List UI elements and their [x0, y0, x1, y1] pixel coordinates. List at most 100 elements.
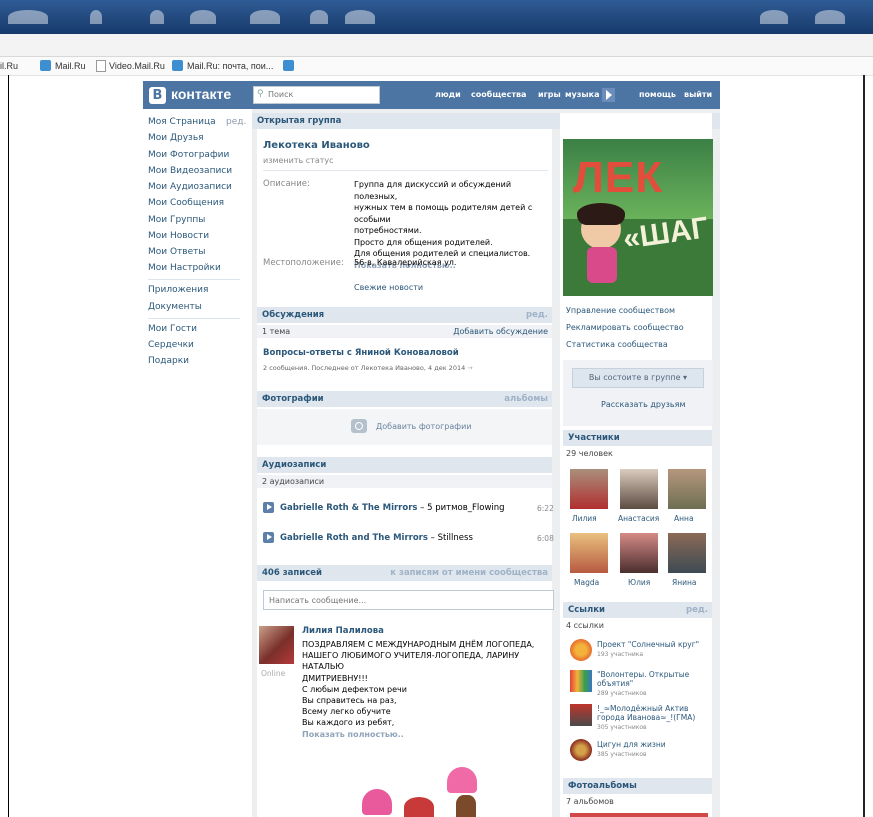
- links-edit-link[interactable]: ред.: [686, 605, 708, 615]
- member-status-button[interactable]: Вы состоите в группе ▾: [572, 368, 704, 388]
- menu-videos[interactable]: Мои Видеозаписи: [148, 166, 232, 176]
- albums-link[interactable]: альбомы: [504, 394, 548, 404]
- menu-messages[interactable]: Мои Сообщения: [148, 198, 224, 208]
- member-name[interactable]: Анастасия: [618, 514, 659, 523]
- post-show-more-link[interactable]: Показать полностью..: [302, 729, 552, 740]
- search-box[interactable]: ⚲: [253, 86, 380, 104]
- audio-subheader: 2 аудиозаписи: [257, 475, 552, 488]
- link-thumbnail[interactable]: [570, 670, 592, 692]
- member-name[interactable]: Анна: [674, 514, 694, 523]
- location-label: Местоположение:: [263, 258, 344, 268]
- group-avatar[interactable]: ЛЕК «ШАГ: [563, 139, 713, 296]
- tell-friends-link[interactable]: Рассказать друзьям: [601, 400, 686, 409]
- post-author-avatar[interactable]: [259, 626, 294, 664]
- play-icon[interactable]: [602, 88, 615, 102]
- member-avatar[interactable]: [620, 533, 658, 573]
- manage-community-link[interactable]: Управление сообществом: [566, 306, 675, 315]
- member-avatar[interactable]: [570, 469, 608, 509]
- nav-music[interactable]: музыка: [565, 90, 599, 99]
- post-author-name[interactable]: Лилия Палилова: [302, 626, 384, 636]
- change-status-link[interactable]: изменить статус: [263, 156, 334, 165]
- community-posts-link[interactable]: к записям от имени сообщества: [390, 568, 548, 578]
- album-thumbnail[interactable]: [570, 813, 708, 817]
- member-avatar[interactable]: [668, 469, 706, 509]
- advertise-community-link[interactable]: Рекламировать сообщество: [566, 323, 684, 332]
- audio-title[interactable]: Аудиозаписи: [262, 460, 326, 470]
- add-photos-link[interactable]: Добавить фотографии: [376, 422, 472, 431]
- nav-logout[interactable]: выйти: [684, 90, 712, 99]
- member-avatar[interactable]: [668, 533, 706, 573]
- discussions-title[interactable]: Обсуждения: [262, 310, 324, 320]
- bookmark-link[interactable]: Video.Mail.Ru: [109, 61, 165, 71]
- discussion-topic-link[interactable]: Вопросы-ответы с Яниной Коноваловой: [263, 348, 459, 358]
- member-name[interactable]: Янина: [672, 578, 697, 587]
- community-link[interactable]: "Волонтеры. Открытые объятия": [597, 670, 712, 688]
- fresh-news-link[interactable]: Свежие новости: [354, 283, 423, 292]
- menu-groups[interactable]: Мои Группы: [148, 215, 205, 225]
- albums-title[interactable]: Фотоальбомы: [568, 781, 637, 791]
- vk-logo-icon[interactable]: В: [149, 87, 166, 104]
- add-discussion-link[interactable]: Добавить обсуждение: [453, 327, 548, 336]
- member-name[interactable]: Юлия: [628, 578, 650, 587]
- audio-track[interactable]: Gabrielle Roth & The Mirrors – 5 ритмов_…: [280, 503, 505, 513]
- link-thumbnail[interactable]: [570, 739, 592, 761]
- menu-audio[interactable]: Мои Аудиозаписи: [148, 182, 232, 192]
- bookmark-link[interactable]: il.Ru: [0, 61, 18, 71]
- window-border: [863, 75, 865, 817]
- link-thumbnail[interactable]: [570, 704, 592, 726]
- menu-answers[interactable]: Мои Ответы: [148, 247, 206, 257]
- menu-documents[interactable]: Документы: [148, 302, 202, 312]
- wall-title[interactable]: 406 записей: [262, 568, 322, 578]
- member-avatar[interactable]: [620, 469, 658, 509]
- menu-gifts[interactable]: Подарки: [148, 356, 189, 366]
- community-link-meta: 193 участника: [597, 651, 644, 658]
- nav-communities[interactable]: сообщества: [471, 90, 526, 99]
- mailru-icon[interactable]: [283, 60, 294, 71]
- menu-settings[interactable]: Мои Настройки: [148, 263, 221, 273]
- community-link[interactable]: Проект "Солнечный круг": [597, 640, 712, 649]
- link-thumbnail[interactable]: [570, 639, 592, 661]
- discussions-count: 1 тема: [262, 327, 291, 336]
- heart-icon: [362, 789, 392, 815]
- taskbar-blob: [815, 10, 845, 24]
- avatar-text-top: ЛЕК: [573, 153, 664, 202]
- menu-my-page[interactable]: Моя Страница: [148, 117, 216, 127]
- menu-guests[interactable]: Мои Гости: [148, 324, 197, 334]
- nav-help[interactable]: помощь: [639, 90, 676, 99]
- play-icon[interactable]: [263, 532, 274, 543]
- group-type: Открытая группа: [257, 116, 342, 126]
- bookmark-link[interactable]: Mail.Ru: почта, пои...: [187, 61, 273, 71]
- search-input[interactable]: [268, 88, 373, 101]
- menu-photos[interactable]: Мои Фотографии: [148, 150, 229, 160]
- vk-logo-text[interactable]: контакте: [171, 86, 231, 102]
- add-photos-area[interactable]: Добавить фотографии: [257, 409, 552, 445]
- menu-edit-link[interactable]: ред.: [226, 117, 246, 127]
- post-image[interactable]: [352, 753, 502, 817]
- description-line: Просто для общения родителей.: [354, 237, 493, 247]
- audio-track[interactable]: Gabrielle Roth and The Mirrors – Stillne…: [280, 533, 473, 543]
- menu-friends[interactable]: Мои Друзья: [148, 133, 204, 143]
- menu-apps[interactable]: Приложения: [148, 285, 208, 295]
- nav-people[interactable]: люди: [435, 90, 461, 99]
- arrow-right-icon[interactable]: →: [465, 364, 472, 372]
- members-title[interactable]: Участники: [568, 433, 620, 443]
- member-name[interactable]: Magda: [574, 578, 599, 587]
- menu-hearts[interactable]: Сердечки: [148, 340, 194, 350]
- albums-count: 7 альбомов: [566, 797, 614, 806]
- member-status-label: Вы состоите в группе: [588, 373, 681, 382]
- discussions-edit-link[interactable]: ред.: [526, 310, 548, 320]
- community-stats-link[interactable]: Статистика сообщества: [566, 340, 668, 349]
- photos-title[interactable]: Фотографии: [262, 394, 324, 404]
- play-icon[interactable]: [263, 502, 274, 513]
- bookmarks-bar: il.Ru Mail.Ru Video.Mail.Ru Mail.Ru: поч…: [0, 57, 873, 76]
- community-link[interactable]: Цигун для жизни: [597, 740, 712, 749]
- menu-news[interactable]: Мои Новости: [148, 231, 209, 241]
- member-avatar[interactable]: [570, 533, 608, 573]
- member-name[interactable]: Лилия: [572, 514, 597, 523]
- nav-games[interactable]: игры: [538, 90, 561, 99]
- bookmark-link[interactable]: Mail.Ru: [55, 61, 86, 71]
- community-link[interactable]: !_≈Молодёжный Актив города Иванова≈_!(ГМ…: [597, 704, 712, 722]
- wall-message-input[interactable]: [263, 590, 554, 610]
- links-title[interactable]: Ссылки: [568, 605, 605, 615]
- page-icon: [96, 60, 106, 72]
